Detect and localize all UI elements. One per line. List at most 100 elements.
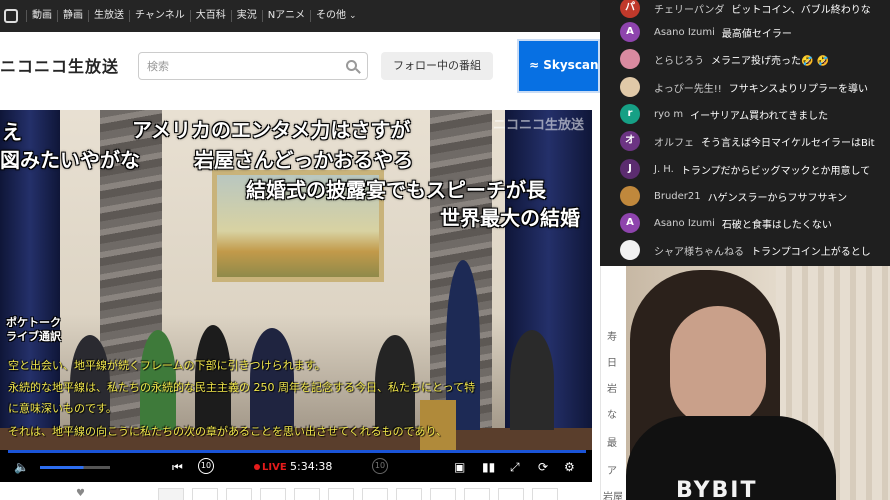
nav-item-nanime[interactable]: Nアニメ xyxy=(261,10,310,22)
skip-back-icon[interactable]: ⏮ xyxy=(172,460,183,474)
strip-text: 寿 xyxy=(607,332,617,343)
tab-cell[interactable] xyxy=(464,488,490,500)
nav-item-live[interactable]: 生放送 xyxy=(88,10,129,22)
danmaku-comment: 世界最大の結婚 xyxy=(440,206,580,230)
tab-cell[interactable] xyxy=(430,488,456,500)
strip-text: 岩屋 xyxy=(603,492,623,500)
subtitle-line: 空と出会い、地平線が続くフレームの下部に引きつけられます。 xyxy=(8,359,326,372)
fullscreen-icon[interactable]: ⤢ xyxy=(510,460,520,474)
seated-person xyxy=(510,330,554,430)
danmaku-comment: 結婚式の披露宴でもスピーチが長 xyxy=(246,178,546,202)
seek-bar[interactable] xyxy=(8,450,586,453)
tab-cell[interactable] xyxy=(328,488,354,500)
chat-username: ryo m xyxy=(654,108,684,120)
chat-panel: パ チェリーパンダ ビットコイン、バブル終わりな A Asano Izumi 最… xyxy=(600,0,890,266)
danmaku-comment: 岩屋さんどっかおるやろ xyxy=(194,148,414,172)
chat-username: Bruder21 xyxy=(654,190,701,202)
chat-message[interactable]: A Asano Izumi 最高値セイラー xyxy=(600,20,890,44)
user-avatar xyxy=(620,77,640,97)
search-box xyxy=(138,52,368,80)
strip-text: ア xyxy=(607,466,617,477)
volume-icon[interactable]: 🔈 xyxy=(14,460,29,474)
page-root: 動画 静画 生放送 チャンネル 大百科 実況 Nアニメ その他 ⌄ ニコニコ生放送… xyxy=(0,0,890,500)
elapsed-time: 5:34:38 xyxy=(290,460,333,473)
seated-person xyxy=(195,325,231,430)
forward-10-icon[interactable]: 10 xyxy=(372,458,388,474)
followed-programs-button[interactable]: フォロー中の番組 xyxy=(381,52,493,80)
niconico-home-icon[interactable] xyxy=(4,9,18,23)
chat-username: よっぴー先生!! xyxy=(654,83,722,95)
below-video-strip: ♥ xyxy=(0,482,600,500)
strip-text: 日 xyxy=(607,358,617,369)
subtitle-line: 永続的な地平線は、私たちの永続的な民主主義の 250 周年を記念する今日、私たち… xyxy=(8,381,476,394)
tab-cell[interactable] xyxy=(226,488,252,500)
chat-message[interactable]: とらじろう メラニア投げ売った🤣 🤣 xyxy=(600,47,890,71)
chat-message[interactable]: A Asano Izumi 石破と食事はしたくない xyxy=(600,211,890,235)
tab-cell[interactable] xyxy=(192,488,218,500)
chat-username: Asano Izumi xyxy=(654,217,715,229)
tab-cell[interactable] xyxy=(362,488,388,500)
search-input[interactable] xyxy=(139,53,329,79)
danmaku-comment: 図みたいやがな xyxy=(0,148,140,172)
strip-text: な xyxy=(607,410,617,421)
subtitle-line: に意味深いものです。 xyxy=(8,402,117,415)
chat-message[interactable]: J J. H. トランプだからビッグマックとか用意して xyxy=(600,157,890,181)
tab-cell[interactable] xyxy=(260,488,286,500)
chat-message[interactable]: シャア様ちゃんねる トランプコイン上がるとし xyxy=(600,238,890,262)
chat-text: メラニア投げ売った🤣 🤣 xyxy=(711,55,830,67)
site-logo[interactable]: ニコニコ生放送 xyxy=(0,53,119,77)
search-icon[interactable] xyxy=(346,60,357,71)
nav-item-more[interactable]: その他 ⌄ xyxy=(309,10,362,22)
tab-cell[interactable] xyxy=(498,488,524,500)
video-player[interactable]: ニコニコ生放送 え アメリカのエンタメ力はさすが 図みたいやがな 岩屋さんどっか… xyxy=(0,110,592,482)
gift-icon[interactable]: ♥ xyxy=(76,488,85,499)
user-avatar: r xyxy=(620,104,640,124)
chat-message[interactable]: オ オルフェ そう言えば今日マイケルセイラーはBit xyxy=(600,129,890,153)
volume-slider[interactable] xyxy=(40,466,110,469)
chat-message[interactable]: よっぴー先生!! フサキンスよりリプラーを導い xyxy=(600,75,890,99)
user-avatar: オ xyxy=(620,131,640,151)
live-indicator[interactable]: LIVE xyxy=(254,459,287,475)
webcam-face xyxy=(670,306,766,426)
nav-item-dic[interactable]: 大百科 xyxy=(189,10,231,22)
chevron-down-icon: ⌄ xyxy=(348,11,357,21)
chat-username: Asano Izumi xyxy=(654,26,715,38)
chat-username: オルフェ xyxy=(654,137,694,149)
nav-item-jikkyo[interactable]: 実況 xyxy=(230,10,262,22)
live-label: LIVE xyxy=(262,462,287,473)
site-header: ニコニコ生放送 フォロー中の番組 ≈ Skyscanner xyxy=(0,32,600,100)
caption-logo-line: ライブ通訳 xyxy=(6,330,61,343)
nav-item-channel[interactable]: チャンネル xyxy=(129,10,190,22)
strip-text: 最 xyxy=(607,438,617,449)
chat-text: トランプだからビッグマックとか用意して xyxy=(680,165,871,177)
chat-text: トランプコイン上がるとし xyxy=(751,246,871,258)
chat-message[interactable]: r ryo m イーサリアム買われてきました xyxy=(600,102,890,126)
reload-icon[interactable]: ⟳ xyxy=(538,460,548,474)
chat-message[interactable]: パ チェリーパンダ ビットコイン、バブル終わりな xyxy=(600,0,890,20)
tab-cell[interactable] xyxy=(532,488,558,500)
chat-text: 最高値セイラー xyxy=(721,28,792,40)
tab-cell[interactable] xyxy=(158,488,184,500)
live-dot-icon xyxy=(254,463,260,470)
pocketalk-caption-logo: ポケトーク ライブ通訳 xyxy=(6,316,61,344)
nav-item-video[interactable]: 動画 xyxy=(26,10,57,22)
tab-cell[interactable] xyxy=(294,488,320,500)
webcam-overlay: BYBIT xyxy=(626,266,890,500)
rewind-10-icon[interactable]: 10 xyxy=(198,458,214,474)
chat-message[interactable]: Bruder21 ハゲンスラーからフサフサキン xyxy=(600,184,890,208)
tab-cell[interactable] xyxy=(396,488,422,500)
layout-icon[interactable]: ▮▮ xyxy=(482,460,495,474)
banner-brand: Skyscanner xyxy=(543,58,599,72)
settings-gear-icon[interactable]: ⚙ xyxy=(564,460,575,474)
ad-banner[interactable]: ≈ Skyscanner xyxy=(517,39,600,93)
danmaku-comment: え xyxy=(2,120,22,144)
top-nav-bar: 動画 静画 生放送 チャンネル 大百科 実況 Nアニメ その他 ⌄ xyxy=(0,0,600,32)
user-avatar xyxy=(620,49,640,69)
chat-username: とらじろう xyxy=(654,55,704,67)
niconico-watermark: ニコニコ生放送 xyxy=(492,118,584,133)
nav-item-seiga[interactable]: 静画 xyxy=(57,10,88,22)
player-controls: 🔈 ⏮ 10 LIVE 5:34:38 10 ▣ ▮▮ ⤢ ⟳ ⚙ xyxy=(0,450,592,482)
danmaku-comment: アメリカのエンタメ力はさすが xyxy=(132,118,411,142)
comment-icon[interactable]: ▣ xyxy=(454,460,465,474)
chat-text: ハゲンスラーからフサフサキン xyxy=(707,192,848,204)
